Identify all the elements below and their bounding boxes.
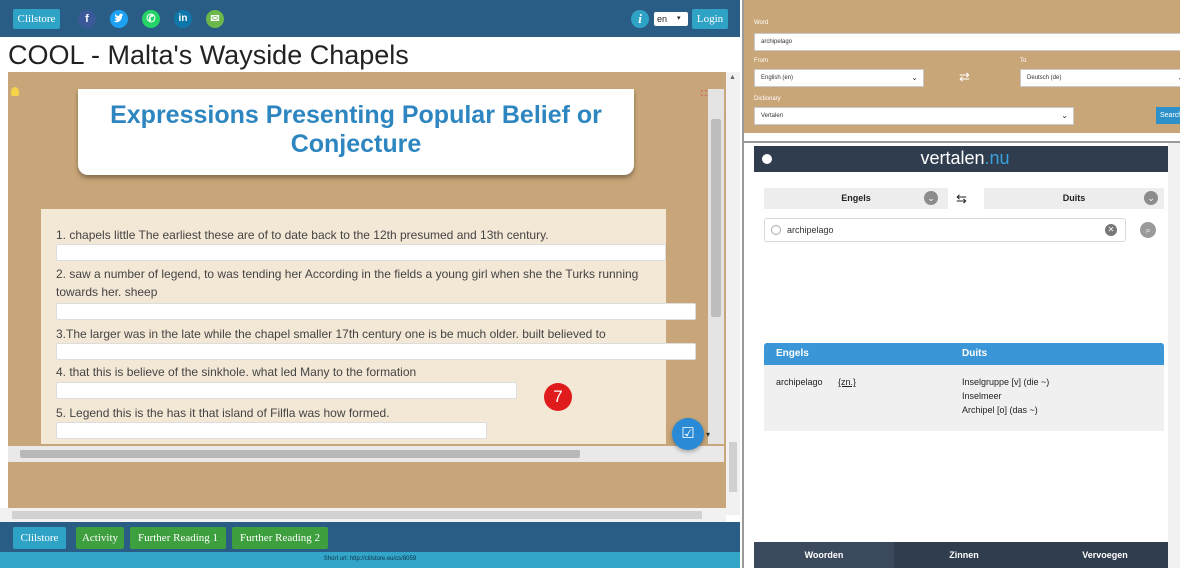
vertalen-logo: vertalen.nu <box>754 148 1176 168</box>
bottom-toolbar: Clilstore Activity Further Reading 1 Fur… <box>0 522 740 552</box>
answer-input-1[interactable] <box>56 244 666 261</box>
search-icon <box>771 225 781 235</box>
translation-1: Inselgruppe [v] (die ~) <box>962 377 1050 387</box>
email-icon[interactable]: ✉ <box>206 10 224 28</box>
app-window: Clilstore f ✆ in ✉ i en ▾ Login COOL - M… <box>0 0 1180 568</box>
logo-suffix: .nu <box>984 148 1010 168</box>
title-card: Expressions Presenting Popular Belief or… <box>78 89 634 175</box>
results-row: archipelago {zn.} Inselgruppe [v] (die ~… <box>764 365 1164 431</box>
inner-vertical-scrollbar[interactable] <box>708 89 724 444</box>
translation-2: Inselmeer <box>962 391 1002 401</box>
source-language: Engels <box>841 193 871 203</box>
lesson-content: ⛶ Expressions Presenting Popular Belief … <box>8 72 708 444</box>
from-select[interactable]: English (en) ⌄ <box>754 69 924 87</box>
question-4: 4. that this is believe of the sinkhole.… <box>56 365 417 379</box>
logo-main: vertalen <box>920 148 985 168</box>
question-box: 1. chapels little The earliest these are… <box>41 209 696 444</box>
further-reading-2-button[interactable]: Further Reading 2 <box>232 527 328 549</box>
vertalen-tabs: Woorden Zinnen Vervoegen <box>754 542 1176 568</box>
check-answers-button[interactable]: ☑ <box>672 418 704 450</box>
result-term: archipelago <box>776 377 823 387</box>
swap-languages-icon[interactable]: ⇄ <box>959 69 970 85</box>
scrollbar-thumb[interactable] <box>711 119 721 317</box>
right-vertical-scrollbar[interactable] <box>1168 143 1180 568</box>
answer-input-2[interactable] <box>56 303 696 320</box>
expand-icon[interactable]: ⛶ <box>701 89 707 99</box>
dictionary-label: Dictionary <box>754 96 781 102</box>
scrollbar-thumb[interactable] <box>729 442 737 492</box>
results-col-source: Engels <box>776 348 809 359</box>
target-language-select[interactable]: Duits <box>984 188 1164 209</box>
answer-input-3[interactable] <box>56 343 696 360</box>
results-col-target: Duits <box>962 348 987 359</box>
question-2: 2. saw a number of legend, to was tendin… <box>56 267 639 299</box>
chevron-down-icon: ▾ <box>677 15 681 22</box>
activity-button[interactable]: Activity <box>76 527 124 549</box>
tab-woorden[interactable]: Woorden <box>754 542 894 568</box>
outer-horizontal-scrollbar[interactable] <box>0 508 726 522</box>
from-value: English (en) <box>761 75 794 81</box>
chevron-down-icon[interactable]: ⌄ <box>924 191 938 205</box>
language-select[interactable]: en ▾ <box>654 12 688 26</box>
outer-vertical-scrollbar[interactable]: ▲ <box>726 72 740 515</box>
whatsapp-icon[interactable]: ✆ <box>142 10 160 28</box>
dictionary-pane: Word archipelago From English (en) ⌄ ⇄ T… <box>742 0 1180 568</box>
clilstore-home-button[interactable]: Clilstore <box>13 9 60 29</box>
lesson-viewport: ⛶ Expressions Presenting Popular Belief … <box>8 72 730 515</box>
source-language-select[interactable]: Engels <box>764 188 948 209</box>
clilstore-pane: Clilstore f ✆ in ✉ i en ▾ Login COOL - M… <box>0 0 740 568</box>
scroll-up-icon[interactable]: ▲ <box>729 74 736 81</box>
lightbulb-icon[interactable] <box>11 87 19 96</box>
dictionary-value: Vertalen <box>761 113 784 119</box>
answer-input-4[interactable] <box>56 382 517 399</box>
target-language: Duits <box>1062 193 1086 203</box>
linkedin-icon[interactable]: in <box>174 10 192 28</box>
question-1: 1. chapels little The earliest these are… <box>56 228 549 242</box>
page-title: COOL - Malta's Wayside Chapels <box>8 40 409 70</box>
top-toolbar: Clilstore f ✆ in ✉ i en ▾ Login <box>0 0 740 37</box>
results-header: Engels Duits <box>764 343 1164 365</box>
scrollbar-thumb[interactable] <box>12 511 702 519</box>
check-icon: ☑ <box>681 425 695 442</box>
from-label: From <box>754 58 768 64</box>
chevron-down-icon: ⌄ <box>911 73 918 82</box>
translation-3: Archipel [o] (das ~) <box>962 405 1038 415</box>
dictionary-select[interactable]: Vertalen ⌄ <box>754 107 1074 125</box>
to-label: To <box>1020 58 1027 64</box>
info-icon[interactable]: i <box>631 10 649 28</box>
short-url-bar: Short url: http://clilstore.eu/cs/8059 <box>0 552 740 568</box>
scrollbar-thumb[interactable] <box>20 450 580 458</box>
clilstore-footer-button[interactable]: Clilstore <box>13 527 66 549</box>
swap-icon[interactable]: ⇆ <box>956 191 967 207</box>
word-label: Word <box>754 20 769 26</box>
inner-horizontal-scrollbar[interactable] <box>8 446 724 462</box>
word-input[interactable]: archipelago <box>754 33 1180 51</box>
short-url[interactable]: Short url: http://clilstore.eu/cs/8059 <box>0 552 740 566</box>
further-reading-1-button[interactable]: Further Reading 1 <box>130 527 226 549</box>
chevron-down-icon: ⌄ <box>1061 111 1068 120</box>
search-value: archipelago <box>787 225 834 235</box>
dictionary-form: Word archipelago From English (en) ⌄ ⇄ T… <box>744 0 1180 133</box>
caret-down-icon[interactable]: ▾ <box>706 430 710 439</box>
facebook-icon[interactable]: f <box>78 10 96 28</box>
question-3: 3.The larger was in the late while the c… <box>56 327 606 341</box>
divider <box>744 133 1180 143</box>
step-badge: 7 <box>544 383 572 411</box>
vertalen-search-input[interactable]: archipelago ✕ <box>764 218 1126 242</box>
tab-vervoegen[interactable]: Vervoegen <box>1034 542 1176 568</box>
vertalen-header: vertalen.nu <box>754 146 1176 172</box>
language-value: en <box>657 14 668 24</box>
tab-zinnen[interactable]: Zinnen <box>894 542 1034 568</box>
search-button[interactable]: Search <box>1156 107 1180 124</box>
answer-input-5[interactable] <box>56 422 487 439</box>
login-button[interactable]: Login <box>692 9 728 29</box>
clear-icon[interactable]: ✕ <box>1105 224 1117 236</box>
result-pos[interactable]: {zn.} <box>838 376 856 388</box>
to-select[interactable]: Deutsch (de) ⌄ <box>1020 69 1180 87</box>
chevron-down-icon[interactable]: ⌄ <box>1144 191 1158 205</box>
to-value: Deutsch (de) <box>1027 75 1062 81</box>
lesson-title: Expressions Presenting Popular Belief or… <box>110 101 602 158</box>
twitter-icon[interactable] <box>110 10 128 28</box>
search-icon[interactable]: ⌕ <box>1140 222 1156 238</box>
